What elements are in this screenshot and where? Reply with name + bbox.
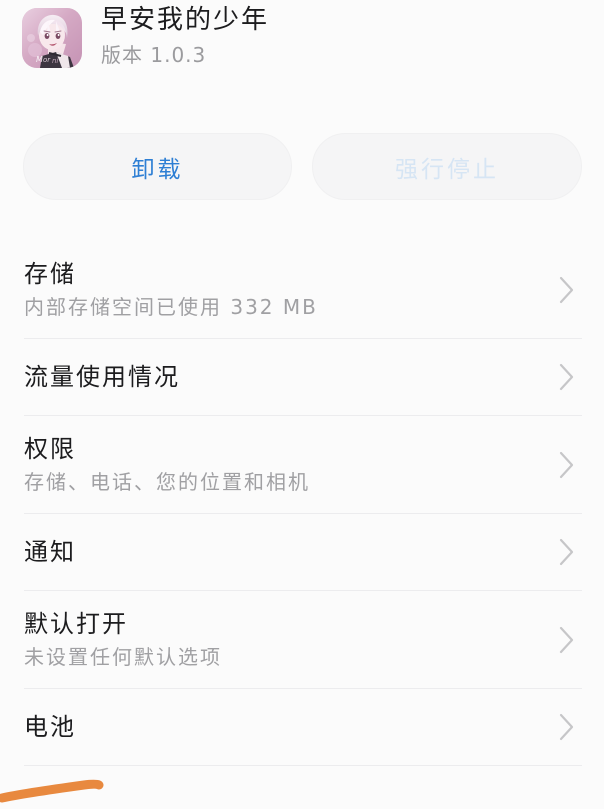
- app-header: M or ni 早安我的少年 版本 1.0.3: [0, 0, 604, 118]
- list-divider: [24, 765, 582, 766]
- app-info-screen: M or ni 早安我的少年 版本 1.0.3 卸载 强行停止 存储 内部存储空…: [0, 0, 604, 809]
- row-texts: 存储 内部存储空间已使用 332 MB: [24, 258, 542, 321]
- app-version: 版本 1.0.3: [101, 43, 207, 67]
- list-item-title: 默认打开: [24, 610, 128, 638]
- list-item-storage[interactable]: 存储 内部存储空间已使用 332 MB: [0, 241, 604, 338]
- svg-text:ni: ni: [52, 57, 58, 65]
- chevron-right-icon: [554, 363, 580, 391]
- row-texts: 电池: [24, 711, 542, 743]
- list-item-data-usage[interactable]: 流量使用情况: [0, 339, 604, 415]
- chevron-right-icon: [554, 626, 580, 653]
- app-title: 早安我的少年: [101, 5, 270, 35]
- row-texts: 通知: [24, 536, 542, 568]
- svg-text:or: or: [43, 56, 51, 64]
- list-item-title: 通知: [24, 538, 76, 566]
- row-texts: 流量使用情况: [24, 361, 542, 393]
- svg-text:M: M: [36, 55, 43, 64]
- uninstall-button[interactable]: 卸载: [23, 133, 292, 200]
- app-icon-anime-portrait: M or ni: [22, 8, 82, 68]
- chevron-right-icon: [554, 713, 580, 741]
- row-texts: 权限 存储、电话、您的位置和相机: [24, 433, 542, 496]
- list-item-subtitle: 未设置任何默认选项: [24, 645, 222, 669]
- list-item-subtitle: 内部存储空间已使用 332 MB: [24, 295, 318, 319]
- list-item-title: 权限: [24, 435, 76, 463]
- list-item-open-by-default[interactable]: 默认打开 未设置任何默认选项: [0, 591, 604, 688]
- action-buttons: 卸载 强行停止: [0, 133, 604, 201]
- chevron-right-icon: [554, 451, 580, 478]
- list-item-battery[interactable]: 电池: [0, 689, 604, 765]
- force-stop-button[interactable]: 强行停止: [312, 133, 582, 200]
- list-item-subtitle: 存储、电话、您的位置和相机: [24, 470, 310, 494]
- list-item-permissions[interactable]: 权限 存储、电话、您的位置和相机: [0, 416, 604, 513]
- row-texts: 默认打开 未设置任何默认选项: [24, 608, 542, 671]
- chevron-right-icon: [554, 276, 580, 303]
- list-item-notifications[interactable]: 通知: [0, 514, 604, 590]
- list-item-title: 流量使用情况: [24, 363, 180, 391]
- list-item-title: 存储: [24, 260, 76, 288]
- list-item-title: 电池: [24, 713, 76, 741]
- settings-list: 存储 内部存储空间已使用 332 MB 流量使用情况 权限 存储、电话、您的位置…: [0, 241, 604, 766]
- orange-underline-stroke: [0, 768, 180, 808]
- chevron-right-icon: [554, 538, 580, 566]
